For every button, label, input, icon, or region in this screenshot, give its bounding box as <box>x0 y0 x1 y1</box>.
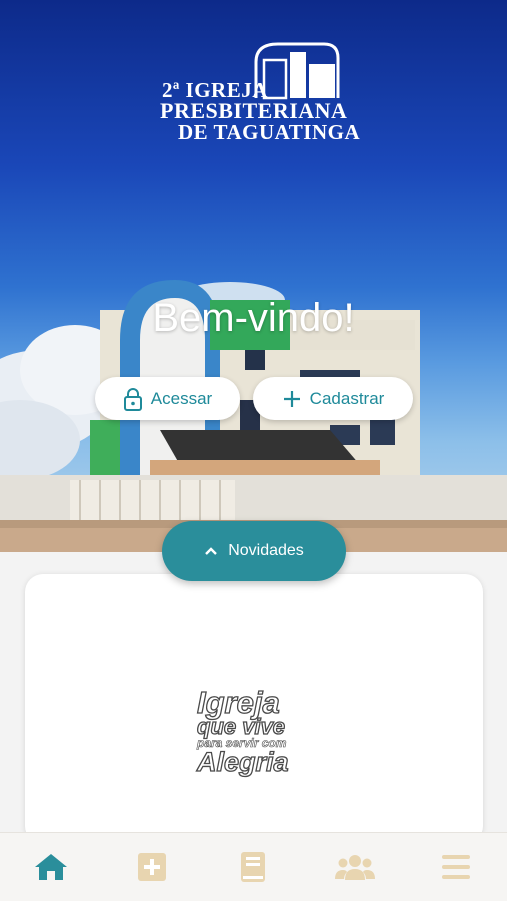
slogan-image: Igreja que vive para servir com Alegria <box>196 685 317 777</box>
slogan-line-2: que vive <box>196 714 286 740</box>
book-icon <box>241 852 266 882</box>
hero-banner: 2ª IGREJA PRESBITERIANA DE TAGUATINGA Be… <box>0 0 507 552</box>
chevron-up-icon <box>205 547 218 555</box>
slogan-line-4: Alegria <box>196 746 289 777</box>
bottom-tab-bar <box>0 832 507 901</box>
menu-icon <box>442 855 471 879</box>
slogan-line-1: Igreja <box>196 685 280 720</box>
tab-bible[interactable] <box>223 842 283 892</box>
login-button[interactable]: Acessar <box>95 377 240 420</box>
lock-icon <box>123 387 142 411</box>
news-card[interactable]: Igreja que vive para servir com Alegria <box>25 574 483 844</box>
welcome-heading: Bem-vindo! <box>152 296 355 340</box>
plus-icon <box>283 390 300 407</box>
register-button-label: Cadastrar <box>309 388 385 408</box>
news-toggle-button[interactable]: Novidades <box>162 521 346 581</box>
home-icon <box>34 854 67 880</box>
register-button[interactable]: Cadastrar <box>253 377 413 420</box>
logo-line-2: PRESBITERIANA <box>160 98 348 123</box>
tab-menu[interactable] <box>426 842 486 892</box>
plus-square-icon <box>138 853 167 881</box>
news-toggle-label: Novidades <box>228 542 304 559</box>
church-logo: 2ª IGREJA PRESBITERIANA DE TAGUATINGA <box>158 42 360 146</box>
tab-home[interactable] <box>21 842 81 892</box>
users-icon <box>334 855 375 880</box>
login-button-label: Acessar <box>150 388 213 408</box>
logo-line-3: DE TAGUATINGA <box>178 120 361 144</box>
tab-groups[interactable] <box>325 842 385 892</box>
tab-add[interactable] <box>122 842 182 892</box>
